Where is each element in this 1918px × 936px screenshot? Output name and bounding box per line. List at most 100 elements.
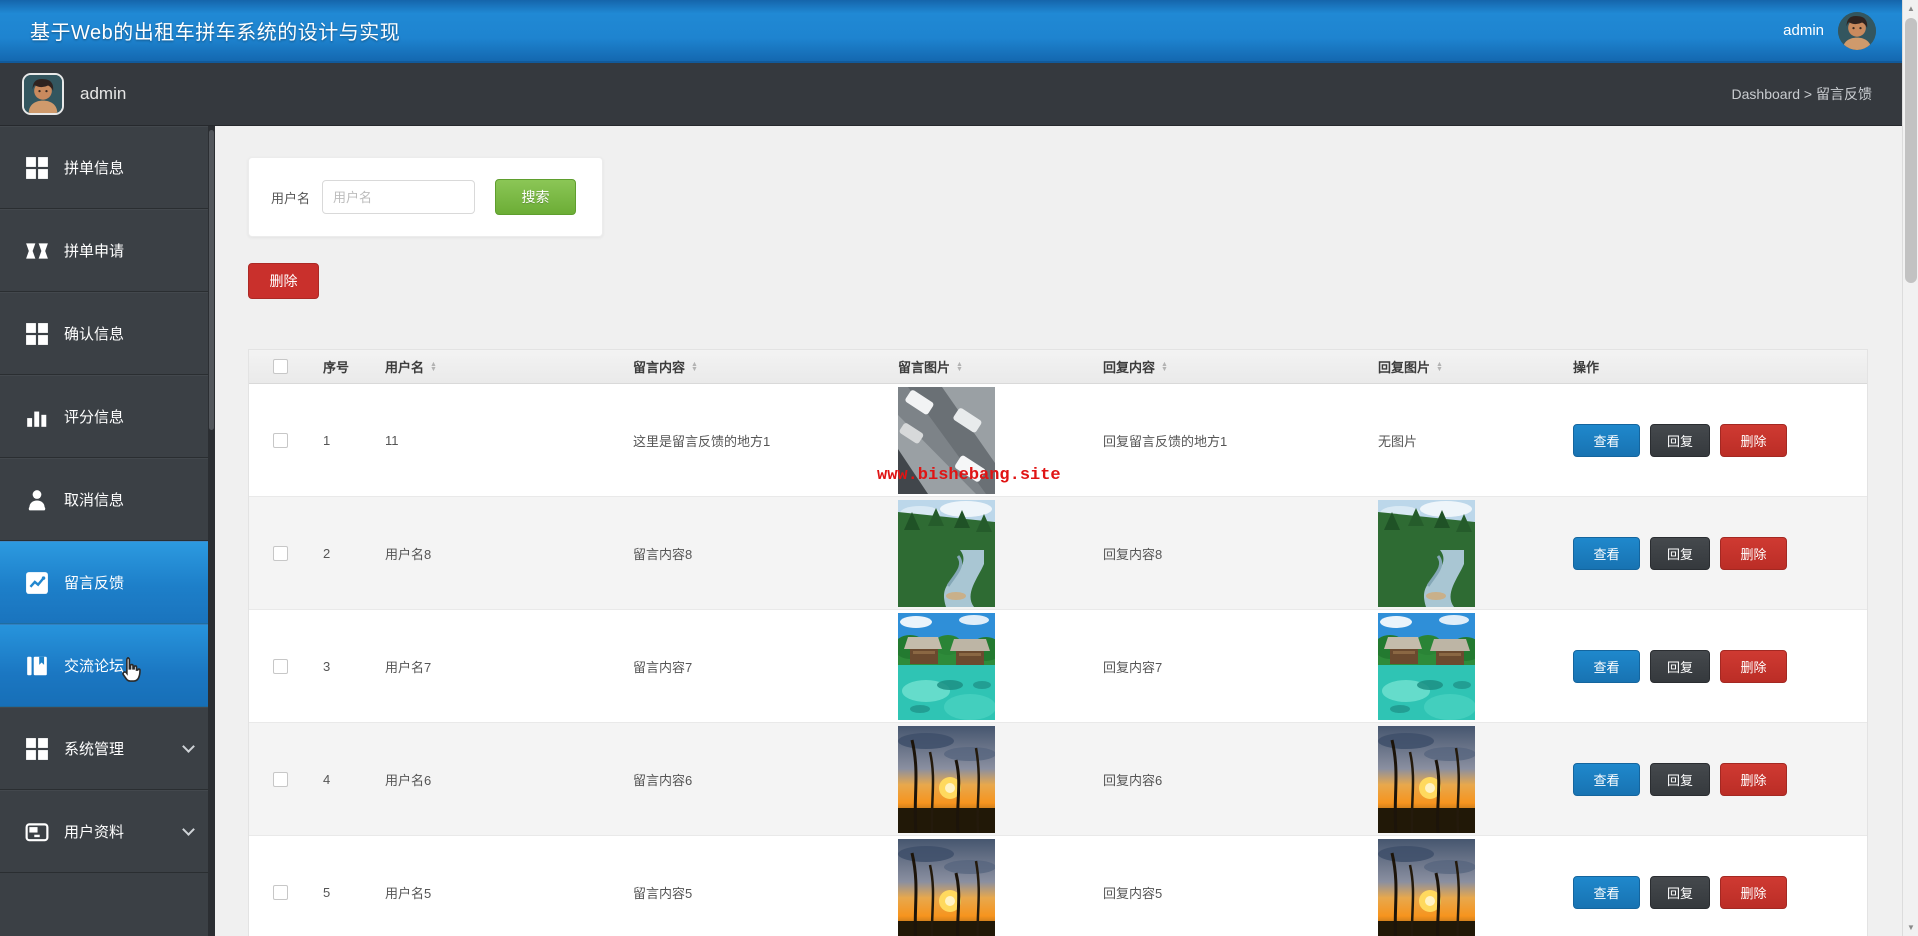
table-row: 3 用户名7 留言内容7 回复内容7 查看 回复 删除 — [249, 610, 1867, 723]
sidebar-scrollbar-thumb[interactable] — [209, 130, 214, 430]
grid-icon — [25, 156, 49, 180]
row-checkbox[interactable] — [272, 884, 288, 900]
reply-button[interactable]: 回复 — [1650, 536, 1710, 570]
breadcrumb-root[interactable]: Dashboard — [1732, 86, 1801, 102]
row-checkbox[interactable] — [272, 658, 288, 674]
cell-reply: 回复内容8 — [1103, 546, 1163, 562]
delete-button[interactable]: 删除 — [1720, 875, 1787, 909]
column-header-message[interactable]: 留言内容 ▲ ▼ — [621, 357, 886, 376]
bar-chart-icon — [25, 405, 49, 429]
table-header-row: 序号 用户名 ▲ ▼ 留言内容 ▲ ▼ 留言图片 ▲ ▼ 回复内容 ▲ ▼ 回复图片 ▲ ▼ 操作 — [249, 350, 1867, 384]
cell-message: 留言内容6 — [633, 772, 693, 788]
sidebar-item-label: 拼单信息 — [64, 160, 125, 177]
view-button[interactable]: 查看 — [1573, 423, 1640, 457]
message-image[interactable] — [898, 839, 995, 936]
row-checkbox[interactable] — [272, 545, 288, 561]
chevron-down-icon — [182, 739, 195, 753]
avatar[interactable] — [1838, 11, 1876, 50]
view-button[interactable]: 查看 — [1573, 649, 1640, 683]
sidebar-item-rating-info[interactable]: 评分信息 — [0, 375, 215, 458]
column-header-reply[interactable]: 回复内容 ▲ ▼ — [1091, 357, 1366, 376]
cell-num: 5 — [323, 884, 331, 900]
row-checkbox[interactable] — [272, 771, 288, 787]
app-window: 基于Web的出租车拼车系统的设计与实现 admin admin Dashboar… — [0, 0, 1918, 936]
view-button[interactable]: 查看 — [1573, 762, 1640, 796]
cell-username: 用户名8 — [385, 546, 432, 562]
select-all-checkbox[interactable] — [272, 359, 288, 374]
bulk-delete-button[interactable]: 删除 — [248, 263, 319, 299]
search-panel: 用户名 搜索 — [248, 157, 603, 237]
cell-no-reply-image: 无图片 — [1378, 433, 1418, 449]
feedback-table: 序号 用户名 ▲ ▼ 留言内容 ▲ ▼ 留言图片 ▲ ▼ 回复内容 ▲ ▼ 回复图片 ▲ ▼ 操作 … — [248, 349, 1868, 936]
column-header-message-image[interactable]: 留言图片 ▲ ▼ — [886, 357, 1091, 376]
sidebar-item-forum[interactable]: 交流论坛 — [0, 624, 215, 707]
row-checkbox[interactable] — [272, 432, 288, 448]
reply-image[interactable] — [1378, 839, 1475, 936]
user-bar: admin Dashboard > 留言反馈 — [0, 63, 1902, 126]
sidebar-username: admin — [80, 84, 127, 103]
cell-num: 4 — [323, 771, 331, 787]
scrollbar-thumb[interactable] — [1905, 18, 1917, 283]
sidebar-item-system-management[interactable]: 系统管理 — [0, 707, 215, 790]
sidebar-item-label: 取消信息 — [64, 492, 125, 509]
table-row: 4 用户名6 留言内容6 回复内容6 查看 回复 删除 — [249, 723, 1867, 836]
sidebar-scrollbar[interactable] — [208, 126, 215, 936]
cell-username: 11 — [385, 432, 399, 448]
sidebar-item-message-feedback[interactable]: 留言反馈 — [0, 541, 215, 624]
scrollbar-down-arrow-icon[interactable]: ▼ — [1903, 919, 1918, 936]
avatar[interactable] — [22, 73, 64, 115]
delete-button[interactable]: 删除 — [1720, 762, 1787, 796]
table-row: 5 用户名5 留言内容5 回复内容5 查看 回复 删除 — [249, 836, 1867, 936]
reply-image[interactable] — [1378, 726, 1475, 833]
sidebar-item-label: 用户资料 — [64, 824, 125, 841]
sidebar-item-carpool-apply[interactable]: 拼单申请 — [0, 209, 215, 292]
scrollbar-up-arrow-icon[interactable]: ▲ — [1903, 0, 1918, 17]
grid-icon — [25, 737, 49, 761]
breadcrumb-separator: > — [1803, 86, 1813, 102]
sidebar-item-label: 确认信息 — [64, 326, 125, 343]
cell-num: 1 — [323, 432, 331, 448]
book-icon — [25, 654, 49, 678]
cell-reply: 回复内容5 — [1103, 885, 1163, 901]
view-button[interactable]: 查看 — [1573, 875, 1640, 909]
column-header-num: 序号 — [323, 360, 350, 375]
username-filter-label: 用户名 — [271, 190, 311, 206]
cell-num: 3 — [323, 658, 331, 674]
reply-button[interactable]: 回复 — [1650, 875, 1710, 909]
message-image[interactable] — [898, 726, 995, 833]
delete-button[interactable]: 删除 — [1720, 536, 1787, 570]
sidebar-item-cancel-info[interactable]: 取消信息 — [0, 458, 215, 541]
sidebar-item-carpool-info[interactable]: 拼单信息 — [0, 126, 215, 209]
search-button[interactable]: 搜索 — [495, 179, 577, 215]
header-username: admin — [1783, 22, 1824, 39]
message-image[interactable] — [898, 613, 995, 720]
page-scrollbar[interactable]: ▲ ▼ — [1902, 0, 1918, 936]
delete-button[interactable]: 删除 — [1720, 423, 1787, 457]
top-header-bar: 基于Web的出租车拼车系统的设计与实现 admin — [0, 0, 1902, 63]
message-image[interactable] — [898, 387, 995, 494]
user-icon — [25, 488, 49, 512]
cell-message: 这里是留言反馈的地方1 — [633, 433, 771, 449]
sort-icon: ▲ ▼ — [691, 360, 698, 373]
cell-message: 留言内容7 — [633, 659, 693, 675]
reply-button[interactable]: 回复 — [1650, 649, 1710, 683]
view-button[interactable]: 查看 — [1573, 536, 1640, 570]
column-header-user[interactable]: 用户名 ▲ ▼ — [373, 357, 621, 376]
id-card-icon — [25, 820, 49, 844]
message-image[interactable] — [898, 500, 995, 607]
reply-button[interactable]: 回复 — [1650, 762, 1710, 796]
delete-button[interactable]: 删除 — [1720, 649, 1787, 683]
reply-image[interactable] — [1378, 500, 1475, 607]
app-title: 基于Web的出租车拼车系统的设计与实现 — [30, 22, 401, 44]
sidebar-item-label: 交流论坛 — [64, 658, 125, 675]
grid-icon — [25, 322, 49, 346]
cell-username: 用户名5 — [385, 885, 432, 901]
column-header-reply-image[interactable]: 回复图片 ▲ ▼ — [1366, 357, 1561, 376]
username-filter-input[interactable] — [322, 180, 476, 214]
reply-image[interactable] — [1378, 613, 1475, 720]
reply-button[interactable]: 回复 — [1650, 423, 1710, 457]
sidebar-item-user-profile[interactable]: 用户资料 — [0, 790, 215, 873]
sidebar-item-label: 留言反馈 — [64, 575, 125, 592]
sort-icon: ▲ ▼ — [1436, 360, 1443, 373]
sidebar-item-confirm-info[interactable]: 确认信息 — [0, 292, 215, 375]
